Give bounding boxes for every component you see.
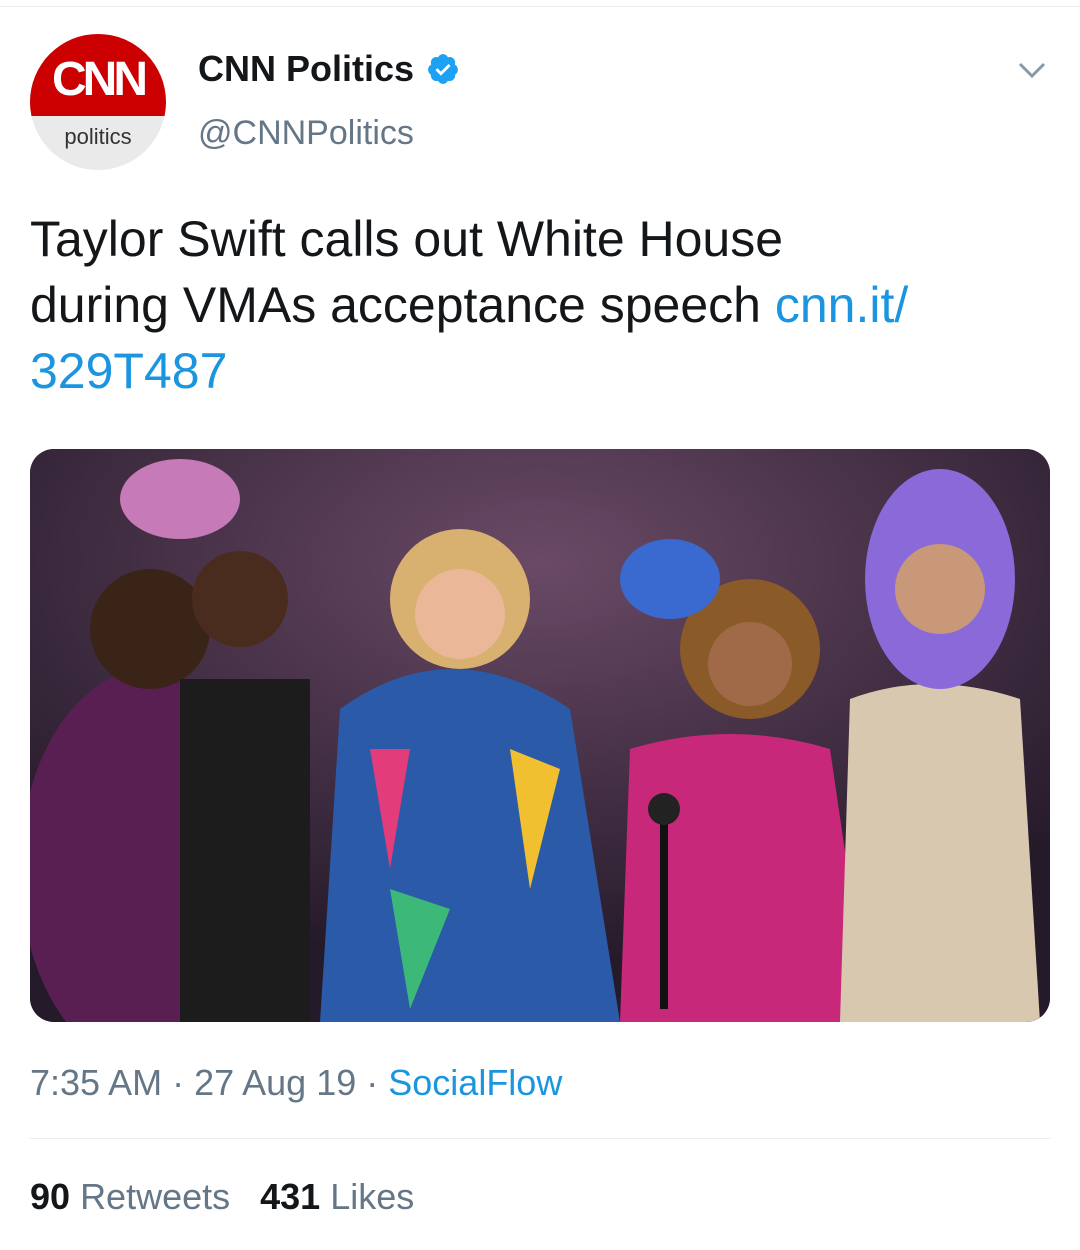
tweet-text-line2: during VMAs acceptance speech [30, 277, 775, 333]
meta-separator: · [356, 1062, 389, 1103]
tweet-media-photo[interactable] [30, 449, 1050, 1022]
likes-count: 431 [260, 1176, 321, 1217]
retweets-label: Retweets [80, 1176, 231, 1217]
handle[interactable]: @CNNPolitics [198, 114, 414, 153]
tweet-stats: 90 Retweets 431 Likes [30, 1176, 414, 1218]
chevron-down-icon[interactable] [1014, 52, 1050, 88]
tweet-source-link[interactable]: SocialFlow [388, 1062, 562, 1103]
verified-badge-icon [428, 54, 458, 84]
stats-divider [30, 1138, 1050, 1139]
tweet-text: Taylor Swift calls out White House durin… [30, 206, 1030, 404]
tweet-time: 7:35 AM [30, 1062, 163, 1103]
tweet-header: CNN politics CNN Politics @CNNPolitics [30, 30, 1050, 170]
tweet-meta: 7:35 AM · 27 Aug 19 · SocialFlow [30, 1062, 562, 1104]
photo-illustration [30, 449, 1050, 1022]
tweet-link-part1[interactable]: cnn.it/ [775, 277, 908, 333]
likes-stat[interactable]: 431 Likes [260, 1176, 414, 1217]
display-name[interactable]: CNN Politics [198, 48, 414, 90]
tweet-text-line1: Taylor Swift calls out White House [30, 211, 784, 267]
name-row: CNN Politics [198, 48, 460, 90]
avatar-subtitle: politics [64, 124, 132, 149]
avatar-logo: CNN [52, 53, 148, 106]
retweets-count: 90 [30, 1176, 71, 1217]
tweet-date: 27 Aug 19 [194, 1062, 357, 1103]
top-divider [0, 0, 1080, 7]
likes-label: Likes [330, 1176, 415, 1217]
avatar[interactable]: CNN politics [30, 34, 166, 170]
retweets-stat[interactable]: 90 Retweets [30, 1176, 230, 1217]
tweet-link-part2[interactable]: 329T487 [30, 343, 227, 399]
meta-separator: · [162, 1062, 195, 1103]
